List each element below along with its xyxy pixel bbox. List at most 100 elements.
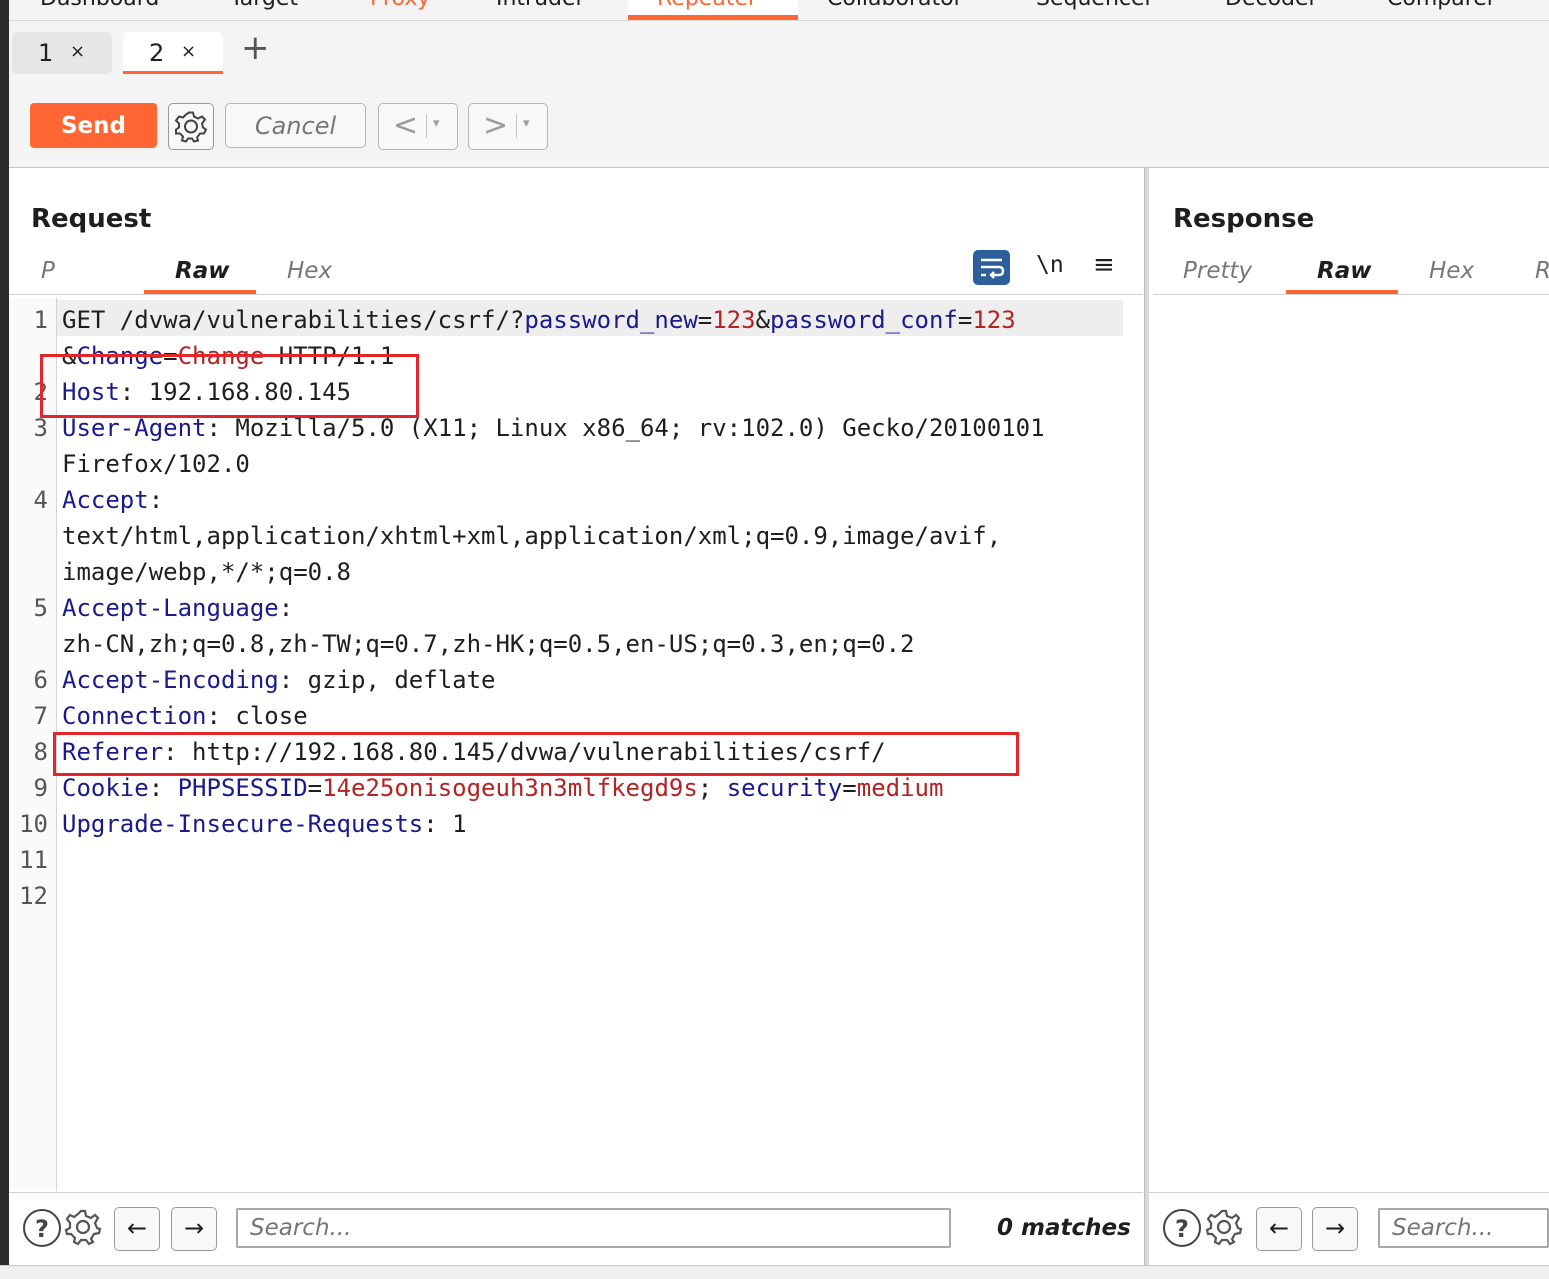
- repeater-tab-label: 1: [38, 39, 54, 67]
- tab-repeater[interactable]: Repeater: [657, 0, 757, 11]
- header-upgrade-insecure-requests: Upgrade-Insecure-Requests: 1: [62, 806, 467, 842]
- tab-request-hex[interactable]: Hex: [287, 258, 332, 284]
- line-number: 9: [33, 774, 48, 802]
- highlight-box-referer: [53, 732, 1019, 776]
- header-accept: Accept:: [62, 482, 163, 518]
- repeater-toolbar: Send Cancel < ▾ > ▾: [9, 82, 1549, 168]
- header-connection: Connection: close: [62, 698, 308, 734]
- header-value: : close: [206, 702, 308, 730]
- tab-dashboard[interactable]: Dashboard: [40, 0, 159, 11]
- tab-collaborator[interactable]: Collaborator: [827, 0, 963, 11]
- add-tab-icon[interactable]: +: [241, 31, 270, 65]
- cookie-name: PHPSESSID: [177, 774, 308, 802]
- response-panel: Response Pretty Raw Hex R ? ← →: [1149, 168, 1549, 1266]
- line-number: 7: [33, 702, 48, 730]
- next-match-button[interactable]: →: [1312, 1207, 1358, 1251]
- line-number: 8: [33, 738, 48, 766]
- header-accept-language: Accept-Language:: [62, 590, 293, 626]
- tab-decoder[interactable]: Decoder: [1225, 0, 1318, 11]
- help-icon[interactable]: ?: [23, 1209, 61, 1247]
- line-number: 10: [19, 810, 48, 838]
- header-name: Cookie: [62, 774, 149, 802]
- request-path: GET /dvwa/vulnerabilities/csrf/?: [62, 306, 525, 334]
- header-name: Accept-Encoding: [62, 666, 279, 694]
- chevron-down-icon[interactable]: ▾: [523, 116, 530, 131]
- request-editor[interactable]: 1 2 3 4 5 6 7 8 9 10 11 12 GET /dvwa/vul…: [9, 298, 1143, 1191]
- repeater-tab-bar: 1 × 2 × +: [9, 21, 1549, 83]
- header-name: Upgrade-Insecure-Requests: [62, 810, 424, 838]
- tab-comparer[interactable]: Comparer: [1387, 0, 1496, 11]
- param-value: 123: [712, 306, 756, 334]
- response-title: Response: [1173, 204, 1315, 234]
- button-separator: [426, 114, 427, 138]
- header-continuation: zh-CN,zh;q=0.8,zh-TW;q=0.7,zh-HK;q=0.5,e…: [62, 630, 915, 658]
- param-equals: =: [957, 306, 973, 334]
- menu-icon[interactable]: ≡: [1093, 250, 1115, 280]
- settings-button[interactable]: [168, 103, 214, 150]
- line-number: 4: [33, 486, 48, 514]
- send-button[interactable]: Send: [30, 103, 157, 148]
- repeater-tab-1[interactable]: 1 ×: [12, 32, 112, 74]
- line-number: 5: [33, 594, 48, 622]
- header-value: : 1: [423, 810, 467, 838]
- header-name: Accept: [62, 486, 149, 514]
- active-tab-underline: [628, 15, 798, 20]
- cookie-separator: ;: [697, 774, 727, 802]
- header-name: Accept-Language: [62, 594, 279, 622]
- request-line: GET /dvwa/vulnerabilities/csrf/? password…: [62, 302, 1016, 338]
- gear-icon: [174, 111, 208, 143]
- newline-toggle-icon[interactable]: \n: [1036, 252, 1064, 278]
- gear-icon[interactable]: [63, 1207, 103, 1247]
- history-forward-button[interactable]: > ▾: [468, 103, 548, 150]
- previous-match-button[interactable]: ←: [1256, 1207, 1302, 1251]
- header-value: : gzip, deflate: [278, 666, 496, 694]
- wrap-glyph: [981, 258, 1005, 279]
- back-arrow-icon: <: [393, 108, 419, 143]
- param-value: 123: [972, 306, 1016, 334]
- wrap-lines-icon[interactable]: [973, 250, 1010, 285]
- close-icon[interactable]: ×: [181, 41, 196, 62]
- line-number: 12: [19, 882, 48, 910]
- response-search-input[interactable]: [1378, 1208, 1549, 1248]
- close-icon[interactable]: ×: [70, 41, 85, 62]
- next-match-button[interactable]: →: [171, 1207, 217, 1251]
- response-tab-divider: [1153, 294, 1549, 295]
- line-number: 6: [33, 666, 48, 694]
- param-name: password_conf: [770, 306, 958, 334]
- tab-sequencer[interactable]: Sequencer: [1036, 0, 1154, 11]
- cookie-value: medium: [856, 774, 944, 802]
- history-back-button[interactable]: < ▾: [378, 103, 458, 150]
- header-name: Connection: [62, 702, 207, 730]
- tab-target[interactable]: Target: [230, 0, 298, 11]
- tab-request-pretty[interactable]: P: [41, 258, 55, 284]
- tab-response-pretty[interactable]: Pretty: [1183, 258, 1252, 284]
- header-value: :: [148, 486, 164, 514]
- button-separator: [516, 114, 517, 138]
- tab-response-hex[interactable]: Hex: [1429, 258, 1474, 284]
- tab-response-render[interactable]: R: [1535, 258, 1549, 284]
- line-number-gutter: 1 2 3 4 5 6 7 8 9 10 11 12: [9, 298, 57, 1191]
- help-icon[interactable]: ?: [1163, 1209, 1201, 1247]
- repeater-tab-2[interactable]: 2 ×: [123, 32, 223, 74]
- repeater-tab-label: 2: [149, 39, 165, 67]
- main-tab-bar: Dashboard Target Proxy Intruder Repeater…: [9, 0, 1549, 21]
- cookie-equals: =: [307, 774, 323, 802]
- header-accept-encoding: Accept-Encoding: gzip, deflate: [62, 662, 496, 698]
- header-continuation: Firefox/102.0: [62, 450, 250, 478]
- request-tab-divider: [9, 294, 1143, 295]
- previous-match-button[interactable]: ←: [114, 1207, 160, 1251]
- tab-response-raw[interactable]: Raw: [1317, 258, 1371, 284]
- chevron-down-icon[interactable]: ▾: [433, 116, 440, 131]
- forward-arrow-icon: >: [483, 108, 509, 143]
- request-title: Request: [31, 204, 152, 234]
- header-value: :: [278, 594, 294, 622]
- tab-intruder[interactable]: Intruder: [496, 0, 585, 11]
- line-number: 11: [19, 846, 48, 874]
- request-search-input[interactable]: [236, 1208, 951, 1248]
- tab-proxy[interactable]: Proxy: [370, 0, 430, 11]
- param-separator: &: [755, 306, 771, 334]
- tab-request-raw[interactable]: Raw: [175, 258, 229, 284]
- window-edge: [0, 0, 9, 1279]
- cancel-button[interactable]: Cancel: [225, 103, 366, 148]
- gear-icon[interactable]: [1204, 1207, 1244, 1247]
